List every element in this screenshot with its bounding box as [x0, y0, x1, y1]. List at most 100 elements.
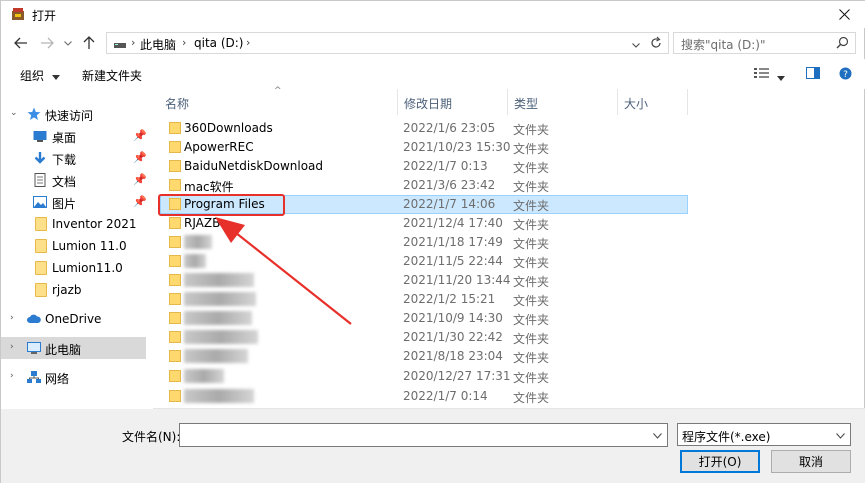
filename-label: 文件名(N):: [122, 430, 181, 444]
column-divider[interactable]: [687, 89, 688, 115]
recent-locations-button[interactable]: [62, 35, 74, 51]
chevron-right-icon[interactable]: ›: [10, 371, 14, 381]
cloud-icon: [27, 314, 41, 323]
preview-pane-icon: [806, 67, 820, 79]
star-icon: [27, 107, 41, 120]
navigation-bar: › 此电脑 › qita (D:) › 搜索"qita (D:)": [1, 28, 865, 59]
search-icon[interactable]: [836, 36, 849, 52]
file-type: 文件夹: [513, 332, 550, 346]
back-button[interactable]: [13, 35, 29, 51]
file-type: 文件夹: [513, 275, 550, 289]
filename-history-dropdown[interactable]: [653, 428, 662, 442]
forward-button[interactable]: [39, 35, 55, 51]
file-type: 文件夹: [513, 180, 550, 194]
folder-icon: [169, 179, 181, 191]
view-list-icon: [754, 68, 769, 78]
nav-network[interactable]: › 网络: [1, 366, 146, 388]
search-input[interactable]: 搜索"qita (D:)": [673, 32, 856, 54]
address-bar[interactable]: › 此电脑 › qita (D:) ›: [106, 32, 669, 54]
file-type-filter-value: 程序文件(*.exe): [682, 430, 771, 444]
nav-item-label: 网络: [45, 372, 70, 386]
close-button[interactable]: [822, 1, 865, 28]
nav-folder-lumion-11[interactable]: Lumion 11.0: [1, 235, 146, 257]
column-header-size[interactable]: 大小: [618, 89, 688, 115]
breadcrumb-this-pc[interactable]: 此电脑: [140, 36, 176, 53]
file-row[interactable]: ApowerREC 2021/10/23 15:30 文件夹: [161, 138, 687, 157]
network-icon: [27, 371, 41, 383]
nav-downloads[interactable]: 下载 📌: [1, 147, 147, 169]
nav-item-label: 此电脑: [45, 343, 82, 357]
file-type: 文件夹: [513, 123, 550, 137]
app-icon: [12, 8, 24, 20]
address-dropdown-button[interactable]: [632, 37, 640, 51]
file-date: 2021/10/23 15:30: [403, 140, 511, 154]
nav-folder-inventor[interactable]: Inventor 2021: [1, 213, 146, 235]
folder-icon: [169, 274, 181, 286]
drive-icon: [114, 43, 126, 48]
nav-item-label: 文档: [52, 175, 77, 189]
column-header-date[interactable]: 修改日期: [398, 89, 507, 115]
file-type: 文件夹: [513, 237, 550, 251]
desktop-icon: [33, 131, 47, 142]
chevron-right-icon[interactable]: ›: [10, 313, 14, 323]
column-header-name[interactable]: 名称 ^: [161, 86, 399, 115]
chevron-down-icon[interactable]: ⌄: [10, 108, 18, 118]
organize-label: 组织: [20, 69, 45, 83]
open-button[interactable]: 打开(O): [680, 450, 760, 473]
filename-input[interactable]: [179, 423, 668, 447]
file-row[interactable]: BaiduNetdiskDownload 2022/1/7 0:13 文件夹: [161, 157, 687, 176]
nav-quick-access[interactable]: ⌄ 快速访问: [1, 103, 146, 125]
file-date: 2021/1/18 17:49: [403, 235, 503, 249]
command-bar: 组织 新建文件夹 ?: [1, 59, 865, 89]
chevron-right-icon[interactable]: ›: [10, 342, 14, 352]
nav-this-pc[interactable]: › 此电脑: [1, 337, 146, 359]
breadcrumb-separator: ›: [131, 36, 136, 49]
picture-icon: [33, 196, 47, 208]
view-options-dropdown[interactable]: [777, 70, 785, 84]
up-button[interactable]: [81, 35, 97, 51]
pin-icon: 📌: [133, 151, 147, 164]
folder-icon: [35, 239, 47, 253]
folder-icon: [169, 293, 181, 305]
new-folder-button[interactable]: 新建文件夹: [82, 67, 142, 84]
file-type: 文件夹: [513, 313, 550, 327]
nav-pictures[interactable]: 图片 📌: [1, 191, 147, 213]
nav-folder-rjazb[interactable]: rjazb: [1, 279, 146, 301]
change-view-button[interactable]: [754, 67, 770, 82]
file-date: 2022/1/2 15:21: [403, 292, 496, 306]
breadcrumb-drive[interactable]: qita (D:): [194, 36, 243, 50]
column-header-type[interactable]: 类型: [508, 89, 616, 115]
column-header-label: 大小: [624, 97, 649, 111]
file-row[interactable]: mac软件 2021/3/6 23:42 文件夹: [161, 176, 687, 195]
folder-icon: [35, 283, 47, 297]
file-row[interactable]: 2022/1/7 0:14 文件夹: [161, 387, 687, 406]
pin-icon: 📌: [133, 129, 147, 142]
preview-pane-button[interactable]: [806, 67, 820, 82]
file-type-filter-select[interactable]: 程序文件(*.exe): [677, 423, 851, 446]
computer-icon: [27, 342, 41, 354]
nav-documents[interactable]: 文档 📌: [1, 169, 147, 191]
navigation-pane: ⌄ 快速访问 桌面 📌 下载 📌 文档 📌 图片 📌 Inventor 2021: [1, 89, 153, 409]
file-date: 2021/10/9 14:30: [403, 311, 503, 325]
help-button[interactable]: ?: [839, 67, 852, 83]
file-row[interactable]: 360Downloads 2022/1/6 23:05 文件夹: [161, 119, 687, 138]
nav-desktop[interactable]: 桌面 📌: [1, 125, 147, 147]
nav-item-label: Inventor 2021: [52, 217, 137, 231]
organize-button[interactable]: 组织: [20, 67, 60, 84]
file-date: 2022/1/6 23:05: [403, 121, 496, 135]
nav-onedrive[interactable]: › OneDrive: [1, 308, 146, 330]
file-type: 文件夹: [513, 256, 550, 270]
nav-item-label: Lumion11.0: [52, 261, 123, 275]
cancel-button[interactable]: 取消: [771, 450, 851, 473]
file-type: 文件夹: [513, 218, 550, 232]
file-date: 2022/1/7 0:13: [403, 159, 488, 173]
refresh-button[interactable]: [650, 36, 662, 52]
redacted-file-name: [184, 349, 248, 363]
folder-icon: [35, 261, 47, 275]
document-icon: [34, 173, 46, 187]
title-bar: 打开: [1, 1, 865, 28]
folder-icon: [35, 217, 47, 231]
file-row[interactable]: 2021/8/18 23:04 文件夹: [161, 347, 687, 366]
nav-folder-lumion11[interactable]: Lumion11.0: [1, 257, 146, 279]
file-row[interactable]: 2020/12/27 17:31 文件夹: [161, 367, 687, 386]
